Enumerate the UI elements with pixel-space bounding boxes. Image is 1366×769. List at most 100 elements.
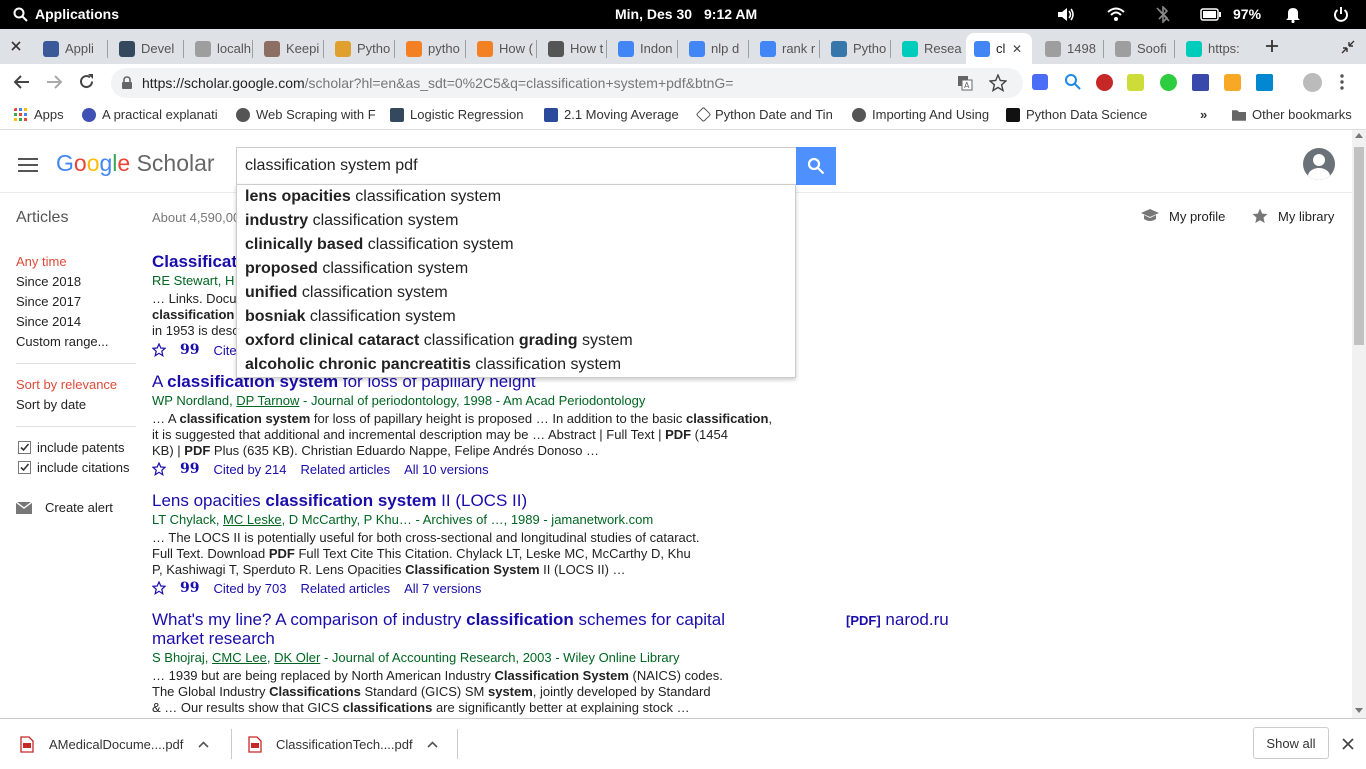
chevron-up-icon[interactable] [198, 740, 209, 748]
browser-tab[interactable]: pytho [398, 33, 467, 64]
filter-any-time[interactable]: Any time [16, 254, 67, 269]
browser-tab[interactable]: How t [540, 33, 608, 64]
filter-since-2017[interactable]: Since 2017 [16, 294, 81, 309]
suggestion-item[interactable]: bosniak classification system [245, 308, 456, 326]
n-extension-icon[interactable] [1127, 74, 1144, 91]
bookmark-apps[interactable]: Apps [14, 107, 64, 122]
browser-tab[interactable]: localh [187, 33, 254, 64]
pdf-link[interactable]: [PDF] narod.ru [846, 610, 949, 630]
cited-by-link[interactable]: Cited by 214 [213, 462, 286, 477]
blocker-extension-icon[interactable] [1096, 74, 1113, 91]
bookmark-other-bookmarks[interactable]: Other bookmarks [1232, 107, 1352, 122]
chevron-up-icon[interactable] [427, 740, 438, 748]
save-star-icon[interactable] [152, 462, 166, 476]
include-citations-checkbox[interactable] [18, 461, 31, 474]
my-profile-link[interactable]: My profile [1141, 208, 1225, 224]
scroll-up-arrow-icon[interactable] [1355, 133, 1363, 138]
browser-tab[interactable]: Pytho [327, 33, 396, 64]
suggestion-item[interactable]: clinically based classification system [245, 236, 514, 254]
result-title[interactable]: Classificat [152, 252, 237, 272]
search-input[interactable]: classification system pdf [236, 147, 797, 185]
include-citations-label[interactable]: include citations [37, 460, 130, 475]
save-star-icon[interactable] [152, 343, 166, 357]
browser-tab[interactable]: nlp d [681, 33, 750, 64]
applications-menu[interactable]: Applications [35, 6, 119, 22]
green-extension-icon[interactable] [1160, 74, 1177, 91]
search-button[interactable] [796, 147, 836, 185]
google-scholar-logo[interactable]: Google Scholar [56, 150, 215, 177]
browser-tab[interactable]: 1498 [1037, 33, 1105, 64]
bookmark-python-data-science[interactable]: Python Data Science [1006, 107, 1147, 122]
time-label[interactable]: 9:12 AM [704, 6, 757, 22]
browser-tab[interactable]: rank r [752, 33, 821, 64]
suggestion-item[interactable]: industry classification system [245, 212, 458, 230]
browser-tab[interactable]: https: [1178, 33, 1248, 64]
download-item[interactable]: AMedicalDocume....pdf [20, 719, 209, 769]
hamburger-menu-icon[interactable] [18, 157, 38, 173]
scrollbar-thumb[interactable] [1354, 147, 1364, 345]
window-extension-icon[interactable] [1256, 74, 1273, 91]
account-avatar[interactable] [1303, 148, 1335, 180]
battery-icon[interactable] [1200, 8, 1222, 21]
browser-tab[interactable]: Soofi [1107, 33, 1176, 64]
lock-icon[interactable] [121, 76, 133, 90]
bookmark-moving-average[interactable]: 2.1 Moving Average [544, 107, 679, 122]
cite-quote-icon[interactable]: 99 [180, 461, 199, 477]
bookmarks-overflow-chevron-icon[interactable]: » [1200, 107, 1207, 122]
suggestion-item[interactable]: lens opacities classification system [245, 188, 501, 206]
scroll-down-arrow-icon[interactable] [1355, 708, 1363, 713]
related-articles-link[interactable]: Related articles [300, 581, 390, 596]
browser-tab[interactable]: Indon [610, 33, 679, 64]
filter-since-2018[interactable]: Since 2018 [16, 274, 81, 289]
close-downloads-icon[interactable] [1342, 738, 1354, 750]
orange-extension-icon[interactable] [1224, 74, 1241, 91]
bookmark-importing-using[interactable]: Importing And Using [852, 107, 989, 122]
author-link[interactable]: MC Leske [223, 512, 282, 527]
bookmark-python-date[interactable]: Python Date and Tin [695, 106, 833, 123]
download-item[interactable]: ClassificationTech....pdf [248, 719, 438, 769]
translate-extension-icon[interactable] [1032, 74, 1048, 90]
author-link[interactable]: DP Tarnow [236, 393, 299, 408]
browser-tab[interactable]: How ( [469, 33, 538, 64]
page-scrollbar[interactable] [1352, 130, 1366, 718]
url-text[interactable]: https://scholar.google.com/scholar?hl=en… [142, 75, 733, 91]
reload-button[interactable] [78, 73, 95, 90]
address-bar[interactable]: https://scholar.google.com/scholar?hl=en… [111, 68, 1023, 98]
browser-tab[interactable]: Keepi [256, 33, 325, 64]
browser-tab[interactable]: Appli [35, 33, 109, 64]
cited-by-link[interactable]: Cited by 703 [213, 581, 286, 596]
browser-tab[interactable]: Pytho [823, 33, 892, 64]
bookmark-logistic-regression[interactable]: Logistic Regression [390, 107, 523, 122]
my-library-link[interactable]: My library [1252, 208, 1334, 224]
browser-tab[interactable]: Devel [111, 33, 185, 64]
translate-icon[interactable]: A [957, 75, 973, 91]
profile-avatar-icon[interactable] [1303, 73, 1322, 92]
cite-quote-icon[interactable]: 99 [180, 580, 199, 596]
search-icon[interactable] [13, 7, 28, 22]
power-icon[interactable] [1333, 6, 1349, 23]
sort-by-date[interactable]: Sort by date [16, 397, 86, 412]
all-versions-link[interactable]: All 10 versions [404, 462, 489, 477]
include-patents-checkbox[interactable] [18, 441, 31, 454]
create-alert-link[interactable]: Create alert [16, 500, 113, 515]
save-extension-icon[interactable] [1192, 74, 1209, 91]
wifi-icon[interactable] [1107, 7, 1125, 22]
related-articles-link[interactable]: Related articles [300, 462, 390, 477]
suggestion-item[interactable]: oxford clinical cataract classification … [245, 332, 633, 350]
tab-active[interactable]: cl ✕ [966, 33, 1032, 64]
close-tab-icon[interactable] [10, 40, 22, 52]
bookmark-practical-explanation[interactable]: A practical explanati [82, 107, 218, 122]
suggestion-item[interactable]: alcoholic chronic pancreatitis classific… [245, 356, 621, 374]
suggestion-item[interactable]: proposed classification system [245, 260, 468, 278]
show-all-button[interactable]: Show all [1253, 727, 1329, 759]
save-star-icon[interactable] [152, 581, 166, 595]
new-tab-button[interactable] [1265, 39, 1279, 53]
close-tab-icon[interactable]: ✕ [1012, 42, 1022, 56]
author-link[interactable]: CMC Lee [212, 650, 267, 665]
result-title-line2[interactable]: market research [152, 629, 275, 649]
suggestion-item[interactable]: unified classification system [245, 284, 448, 302]
author-link[interactable]: DK Oler [274, 650, 320, 665]
menu-kebab-icon[interactable] [1340, 74, 1344, 90]
notification-bell-icon[interactable] [1285, 6, 1301, 23]
bluetooth-off-icon[interactable] [1155, 6, 1171, 23]
